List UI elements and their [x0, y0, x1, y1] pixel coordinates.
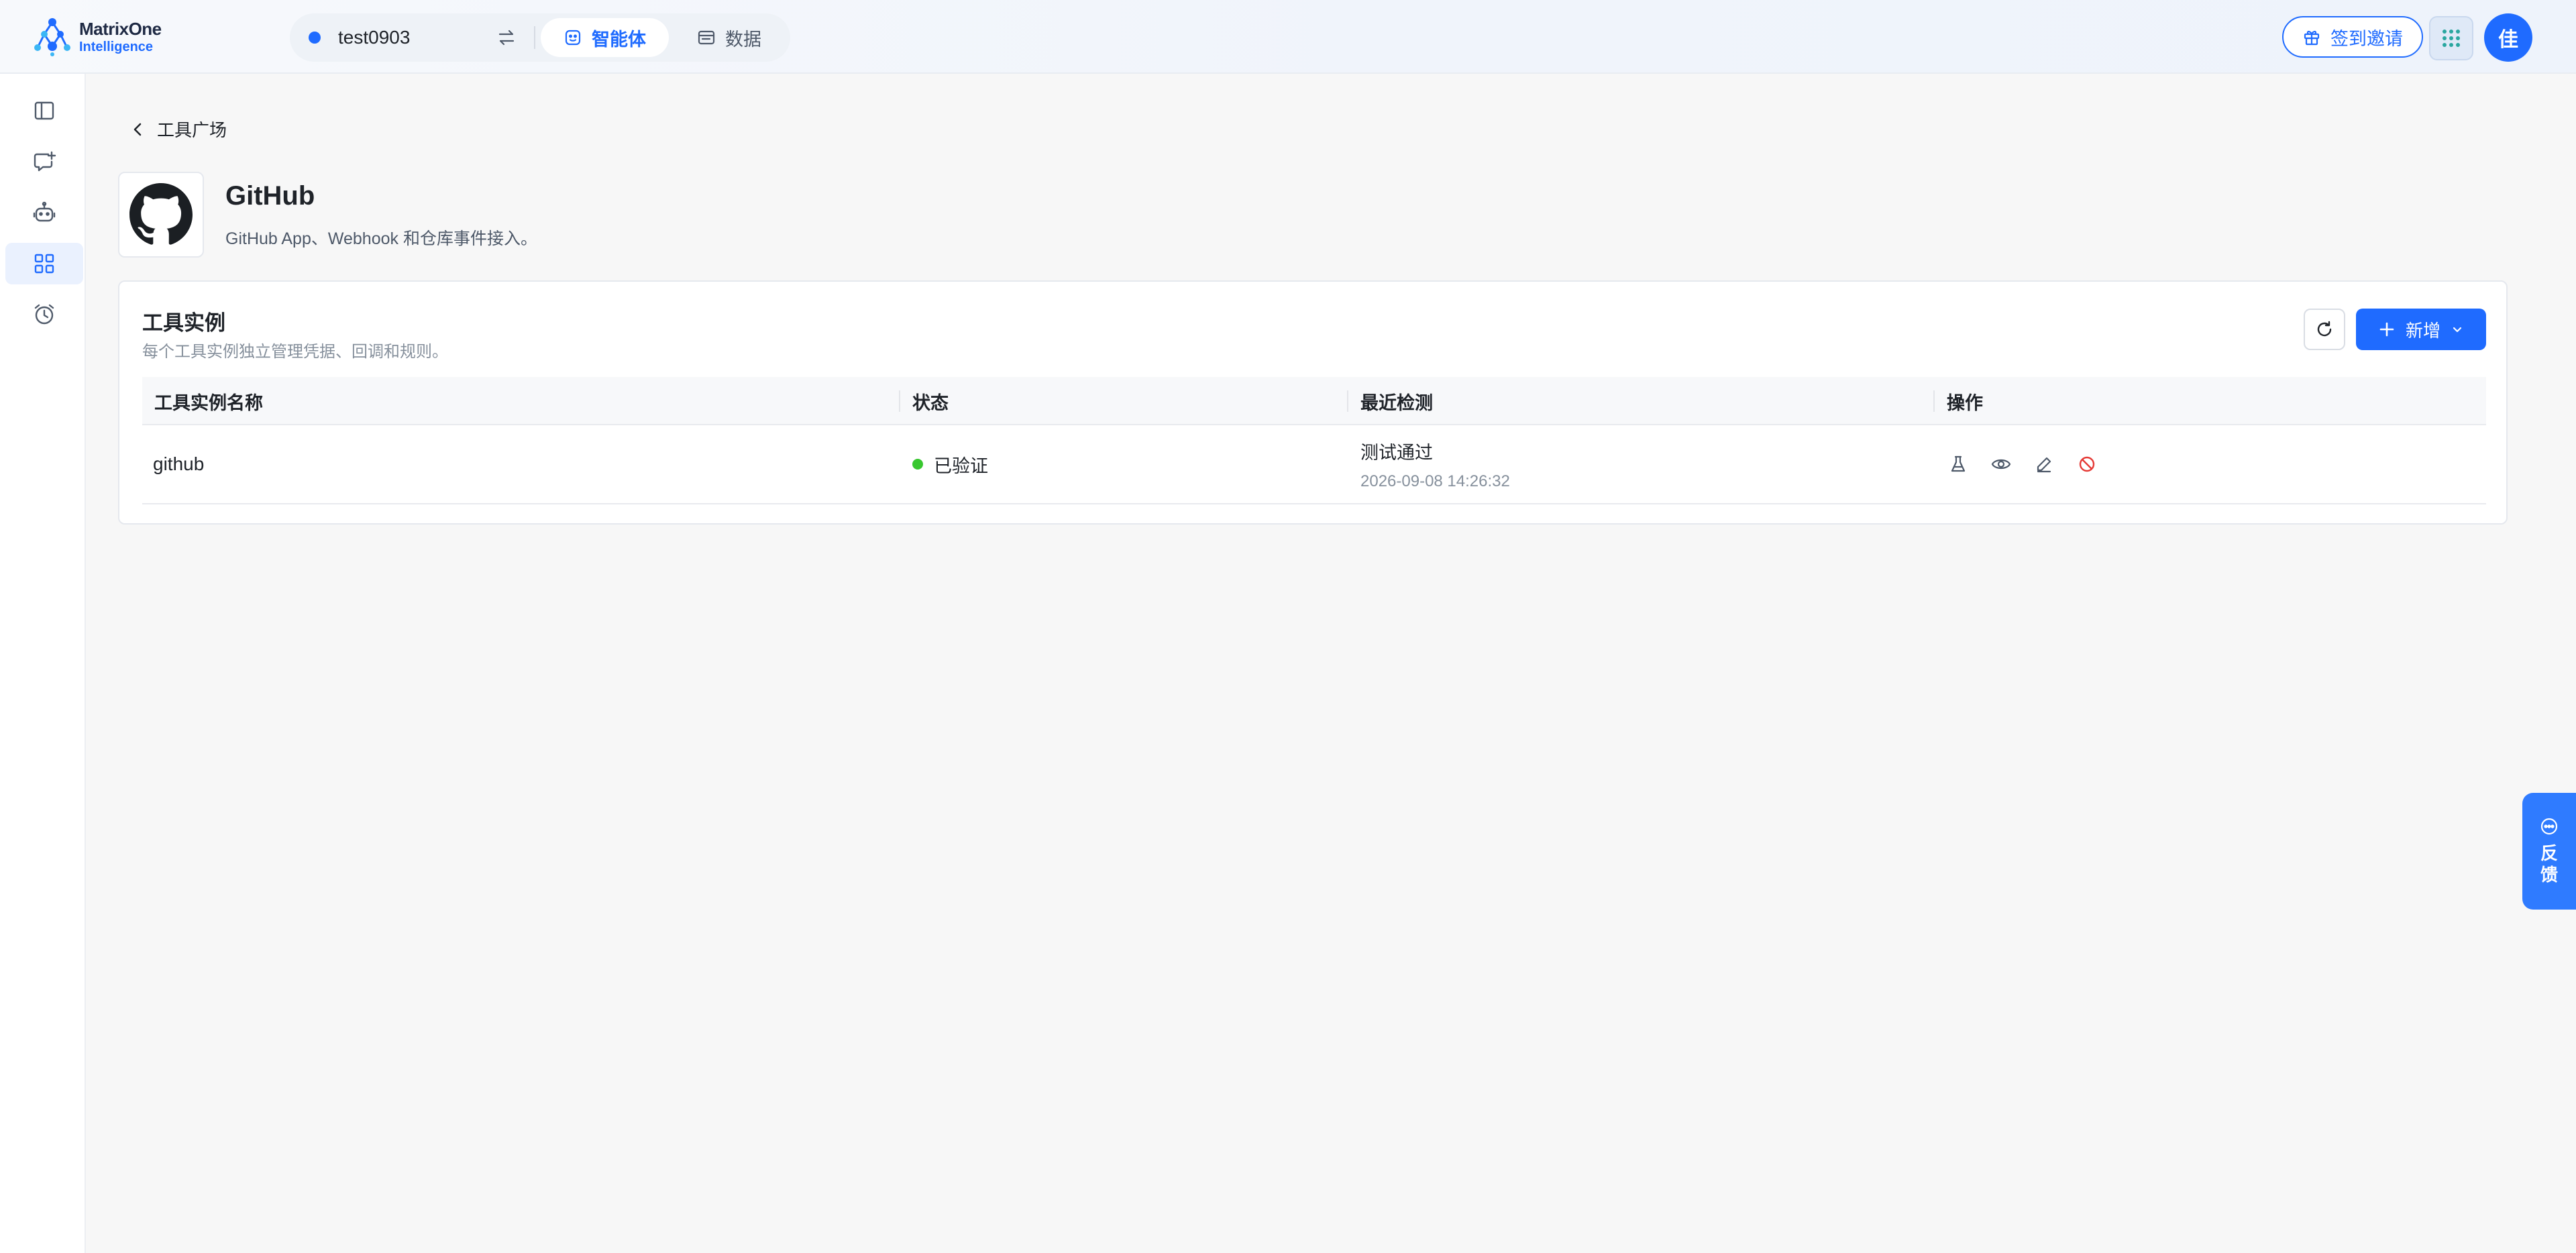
feedback-button[interactable]: 反馈 [2522, 793, 2576, 910]
instance-name[interactable]: github [153, 453, 204, 475]
tool-description: GitHub App、Webhook 和仓库事件接入。 [225, 229, 537, 248]
check-result: 测试通过 [1360, 442, 1433, 463]
gift-icon [2302, 28, 2330, 46]
tab-agents[interactable]: 智能体 [541, 18, 669, 57]
actions-cell [1936, 425, 2098, 503]
edit-pencil-icon[interactable] [2033, 453, 2055, 476]
status-text: 已验证 [934, 455, 988, 476]
data-icon [697, 28, 725, 47]
add-label: 新增 [2405, 320, 2440, 341]
column-header-name: 工具实例名称 [154, 392, 263, 413]
top-bar: MatrixOne Intelligence test0903 智能体 数据 签… [0, 0, 2576, 74]
brand-sub: Intelligence [79, 40, 154, 54]
agent-icon [564, 28, 592, 47]
last-check-cell: 测试通过 2026-09-08 14:26:32 [1350, 425, 1510, 503]
user-avatar[interactable]: 佳 [2484, 13, 2532, 62]
refresh-button[interactable] [2304, 309, 2345, 350]
tab-data[interactable]: 数据 [674, 18, 784, 57]
alarm-clock-icon [32, 303, 56, 327]
new-chat-icon [32, 150, 56, 174]
invite-label: 签到邀请 [2330, 28, 2403, 49]
status-cell: 已验证 [902, 425, 988, 503]
sidebar-item-agents[interactable] [5, 192, 83, 233]
logo-text: MatrixOne Intelligence [79, 20, 162, 54]
workspace-name[interactable]: test0903 [338, 27, 491, 48]
app-logo[interactable]: MatrixOne Intelligence [32, 13, 162, 60]
apps-grid-icon [2441, 28, 2461, 48]
sidebar [0, 74, 86, 1253]
column-header-last-check: 最近检测 [1360, 392, 1433, 413]
section-title: 工具实例 [142, 311, 225, 335]
table-row: github 已验证 测试通过 2026-09-08 14:26:32 [142, 425, 2486, 504]
breadcrumb-label: 工具广场 [157, 120, 227, 140]
refresh-icon [2314, 319, 2334, 339]
robot-icon [32, 201, 56, 225]
instance-name-cell: github [142, 425, 204, 503]
tab-data-label: 数据 [725, 29, 761, 50]
view-eye-icon[interactable] [1990, 453, 2012, 476]
divider [534, 26, 535, 49]
tool-instances-card: 工具实例 每个工具实例独立管理凭据、回调和规则。 新增 工具实例名称 状态 最近… [118, 280, 2508, 525]
chat-bubble-icon [2540, 817, 2559, 836]
section-subtitle: 每个工具实例独立管理凭据、回调和规则。 [142, 343, 448, 361]
workspace-status-dot [309, 32, 321, 44]
column-header-status: 状态 [912, 392, 949, 413]
sidebar-item-new-chat[interactable] [5, 141, 83, 182]
tool-logo [118, 172, 204, 258]
check-time: 2026-09-08 14:26:32 [1360, 472, 1510, 490]
status-dot [912, 459, 923, 470]
workspace-switcher: test0903 智能体 数据 [290, 13, 790, 62]
back-to-tool-square[interactable]: 工具广场 [131, 117, 227, 142]
apps-grid-button[interactable] [2429, 16, 2473, 60]
feedback-label: 反馈 [2540, 843, 2558, 885]
chevron-down-icon [2451, 323, 2463, 335]
swap-icon[interactable] [496, 28, 517, 48]
sidebar-item-tools[interactable] [5, 243, 83, 284]
grid-icon [33, 252, 56, 275]
chevron-left-icon [131, 121, 157, 138]
brand-name: MatrixOne [79, 19, 162, 39]
table-header: 工具实例名称 状态 最近检测 操作 [142, 377, 2486, 425]
disable-icon[interactable] [2076, 453, 2098, 476]
sidebar-item-toggle[interactable] [5, 90, 83, 131]
matrixone-logo-icon [32, 17, 72, 57]
tab-agents-label: 智能体 [592, 29, 646, 50]
test-flask-icon[interactable] [1947, 453, 1970, 476]
invite-button[interactable]: 签到邀请 [2282, 16, 2423, 58]
sidebar-toggle-icon [33, 99, 56, 122]
plus-icon [2379, 321, 2395, 337]
add-instance-button[interactable]: 新增 [2356, 309, 2486, 350]
github-icon [129, 183, 193, 246]
tool-title: GitHub [225, 181, 315, 211]
column-header-actions: 操作 [1947, 392, 1983, 413]
sidebar-item-schedule[interactable] [5, 294, 83, 335]
